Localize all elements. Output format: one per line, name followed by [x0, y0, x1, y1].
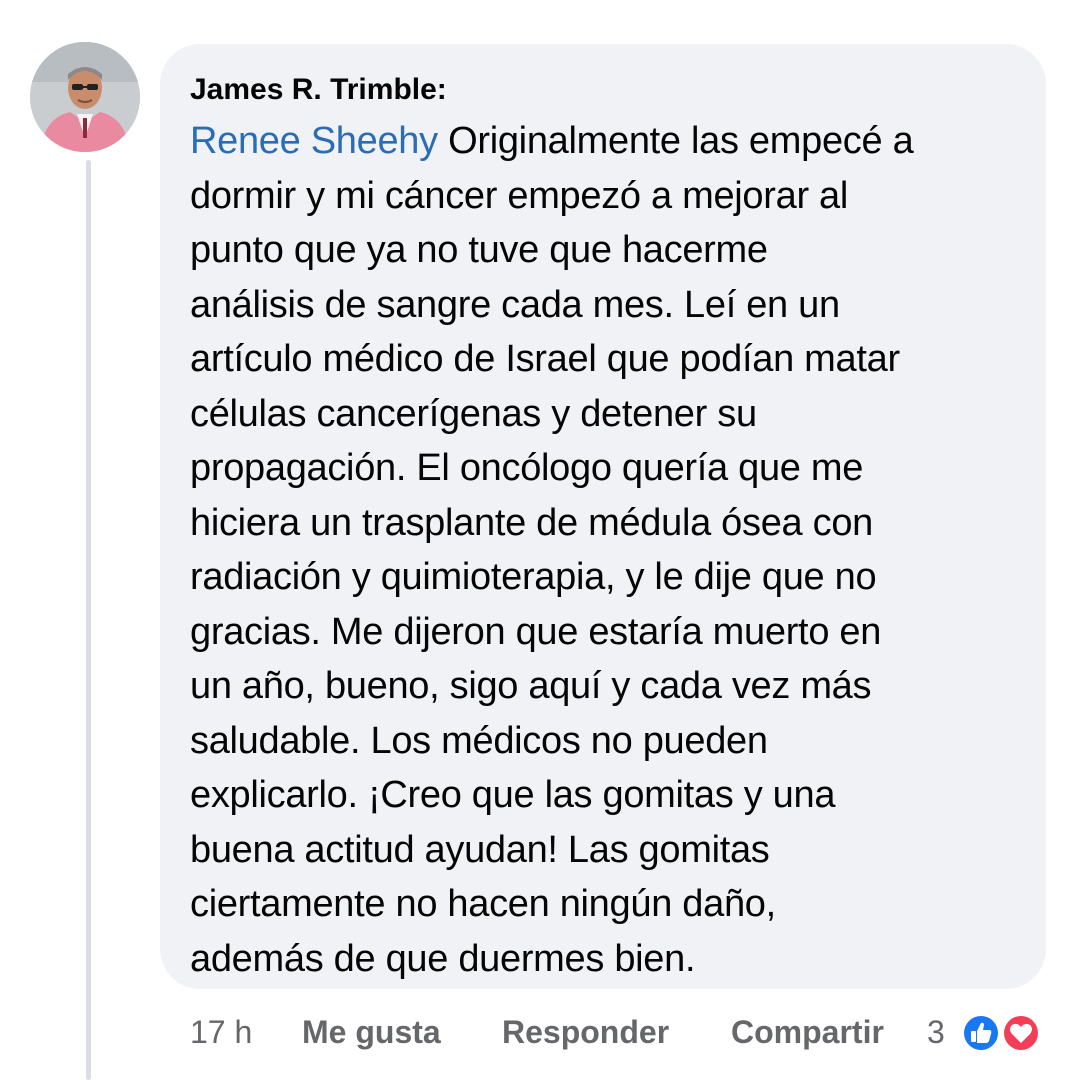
love-icon	[1002, 1014, 1040, 1052]
comment-line: artículo médico de Israel que podían mat…	[190, 338, 900, 380]
reaction-count[interactable]: 3	[927, 1008, 945, 1056]
comment-line: gracias. Me dijeron que estaría muerto e…	[190, 610, 882, 653]
comment-body: Renee Sheehy Originalmente las empecé a …	[190, 114, 1018, 986]
comment-text-segment: Originalmente las empecé a	[437, 120, 914, 162]
comment-bubble: James R. Trimble: Renee Sheehy Originalm…	[160, 44, 1046, 989]
comment-line: buena actitud ayudan! Las gomitas	[190, 828, 770, 871]
thread-line	[86, 160, 91, 1080]
like-button[interactable]: Me gusta	[302, 1008, 441, 1056]
comment-timestamp[interactable]: 17 h	[190, 1008, 252, 1056]
comment-line: ciertamente no hacen ningún daño,	[190, 883, 776, 925]
comment-line: Renee Sheehy Originalmente las empecé a	[190, 114, 1018, 169]
avatar[interactable]	[30, 42, 140, 152]
comment-line: saludable. Los médicos no pueden	[190, 719, 768, 762]
comment-line: propagación. El oncólogo quería que me	[190, 447, 864, 489]
comment-thread: James R. Trimble: Renee Sheehy Originalm…	[0, 0, 1080, 1080]
comment-line: explicarlo. ¡Creo que las gomitas y una	[190, 774, 836, 816]
comment-line: radiación y quimioterapia, y le dije que…	[190, 556, 877, 598]
comment-line: hiciera un trasplante de médula ósea con	[190, 501, 874, 544]
comment-line: dormir y mi cáncer empezó a mejorar al	[190, 174, 849, 217]
mention-link[interactable]: Renee Sheehy	[190, 120, 438, 162]
comment-line: un año, bueno, sigo aquí y cada vez más	[190, 665, 872, 707]
comment-line: análisis de sangre cada mes. Leí en un	[190, 283, 840, 326]
comment-line: además de que duermes bien.	[190, 937, 696, 980]
like-icon	[962, 1014, 1000, 1052]
avatar-image	[30, 42, 140, 152]
share-button[interactable]: Compartir	[731, 1008, 884, 1056]
comment-line: células cancerígenas y detener su	[190, 392, 757, 435]
reply-button[interactable]: Responder	[502, 1008, 669, 1056]
comment-actions: 17 h Me gusta Responder Compartir 3	[190, 1008, 1060, 1056]
comment-line: punto que ya no tuve que hacerme	[190, 229, 768, 271]
comment-author[interactable]: James R. Trimble:	[190, 70, 1018, 110]
reaction-icons[interactable]	[960, 1012, 1044, 1054]
